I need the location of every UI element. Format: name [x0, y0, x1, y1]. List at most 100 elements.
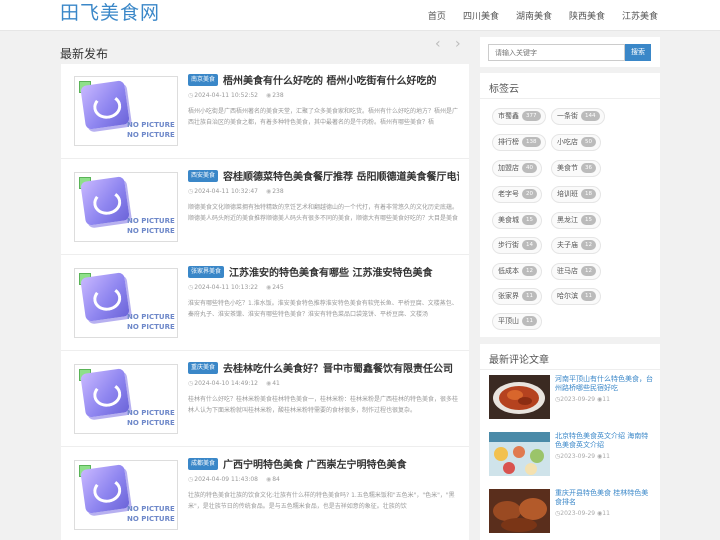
post-thumbnail[interactable]: NO PICTURE NO PICTURE: [74, 172, 178, 242]
post-excerpt: 梧州小吃街是广西梧州著名的美食天堂，汇聚了众多美食家和吃货。梧州有什么好吃的地方…: [188, 108, 459, 126]
tag-name: 张家界: [498, 292, 519, 300]
search-button[interactable]: 搜索: [625, 44, 651, 61]
tag-link[interactable]: 夫子庙 12: [551, 237, 601, 254]
comment-article-date: 2023-09-29: [560, 396, 596, 403]
food-thumbnail-image[interactable]: [489, 432, 550, 476]
post-title[interactable]: 去桂林吃什么美食好？晋中市蜀鑫餐饮有限责任公司: [223, 360, 459, 375]
no-picture-label: NO PICTURE: [127, 121, 175, 129]
no-picture-label: NO PICTURE: [127, 505, 175, 513]
no-picture-label: NO PICTURE: [127, 409, 175, 417]
post-thumbnail[interactable]: NO PICTURE NO PICTURE: [74, 364, 178, 434]
nav-item-home[interactable]: 首页: [428, 9, 446, 22]
post-thumbnail[interactable]: NO PICTURE NO PICTURE: [74, 76, 178, 146]
tag-name: 黑龙江: [557, 216, 578, 224]
search-widget: 搜索: [480, 37, 660, 67]
post-excerpt: 壮族的特色美食壮族的饮食文化:壮族有什么样的特色美食吗? 1.五色糯米饭和"五色…: [188, 492, 455, 510]
post-title[interactable]: 广西宁明特色美食 广西崇左宁明特色美食: [223, 456, 459, 471]
post-date: 2024-04-11 10:13:22: [194, 284, 258, 291]
nav-item-hunan[interactable]: 湖南美食: [516, 9, 552, 22]
site-logo[interactable]: 田飞美食网: [60, 0, 160, 25]
tag-link[interactable]: 一条街 144: [551, 108, 605, 125]
comment-article-title[interactable]: 重庆开县特色美食 桂林特色美食排名: [555, 489, 653, 507]
no-picture-label: NO PICTURE: [127, 313, 175, 321]
next-arrow-icon[interactable]: ›: [455, 36, 461, 52]
no-picture-label: NO PICTURE: [127, 131, 175, 139]
food-thumbnail-image[interactable]: [489, 489, 550, 533]
tag-name: 夫子庙: [557, 241, 578, 249]
tag-name: 步行街: [498, 241, 519, 249]
clock-icon: ◷: [188, 380, 194, 387]
section-title: 最新发布: [60, 47, 109, 61]
tag-link[interactable]: 培训班 18: [551, 186, 601, 203]
tag-link[interactable]: 黑龙江 15: [551, 212, 601, 229]
eye-icon: ◉: [265, 380, 272, 387]
tag-name: 老字号: [498, 190, 519, 198]
food-thumbnail-image[interactable]: [489, 375, 550, 419]
no-picture-icon: [80, 80, 130, 130]
comment-article-meta: ◷2023-09-29 ◉11: [555, 396, 610, 403]
tag-name: 市蜀鑫: [498, 112, 519, 120]
tag-link[interactable]: 加盟店 40: [492, 160, 542, 177]
latest-comments-widget: 最新评论文章 河南平顶山有什么特色美食，台州路桥哪些民宿好吃 ◷2023-09-…: [480, 344, 660, 540]
comment-article-views: 11: [602, 453, 610, 460]
tag-count: 11: [522, 316, 537, 326]
comment-article-item[interactable]: 河南平顶山有什么特色美食，台州路桥哪些民宿好吃 ◷2023-09-29 ◉11: [489, 375, 654, 421]
category-badge[interactable]: 西安美食: [188, 170, 219, 182]
post-title[interactable]: 梧州美食有什么好吃的 梧州小吃街有什么好吃的: [223, 72, 459, 87]
post-excerpt: 顺德美食文化顺德菜拥有独特精致的烹饪艺术和翻越德山的一个代打，有着非常悠久的文化…: [188, 204, 459, 222]
tag-link[interactable]: 哈尔滨 11: [551, 288, 601, 305]
tag-link[interactable]: 老字号 20: [492, 186, 542, 203]
tag-link[interactable]: 美食节 36: [551, 160, 601, 177]
tag-name: 美食节: [557, 164, 578, 172]
category-badge[interactable]: 重庆美食: [188, 362, 219, 374]
tag-name: 驻马店: [557, 267, 578, 275]
tag-link[interactable]: 张家界 11: [492, 288, 542, 305]
clock-icon: ◷: [188, 188, 194, 195]
tag-name: 哈尔滨: [557, 292, 578, 300]
eye-icon: ◉: [265, 476, 272, 483]
nav-item-shaanxi[interactable]: 陕西美食: [569, 9, 605, 22]
tag-link[interactable]: 低成本 12: [492, 263, 542, 280]
prev-arrow-icon[interactable]: ‹: [435, 36, 441, 52]
post-date: 2024-04-09 11:43:08: [194, 476, 258, 483]
tag-link[interactable]: 小吃店 50: [551, 134, 601, 151]
post-title[interactable]: 容桂顺德菜特色美食餐厅推荐 岳阳顺德道美食餐厅电话: [223, 168, 459, 183]
tag-cloud-widget: 标签云 市蜀鑫 377 一条街 144 排行榜 138 小吃店 50 加盟店 40 美食节…: [480, 73, 660, 337]
tag-link[interactable]: 市蜀鑫 377: [492, 108, 546, 125]
post-item: NO PICTURE NO PICTURE 西安美食 容桂顺德菜特色美食餐厅推荐…: [61, 160, 469, 255]
divider: [480, 369, 660, 370]
no-picture-icon: [80, 176, 130, 226]
tag-count: 50: [581, 137, 596, 147]
category-badge[interactable]: 张家界美食: [188, 266, 225, 278]
post-thumbnail[interactable]: NO PICTURE NO PICTURE: [74, 268, 178, 338]
comment-article-title[interactable]: 河南平顶山有什么特色美食，台州路桥哪些民宿好吃: [555, 375, 653, 393]
post-views: 238: [272, 188, 284, 195]
comment-article-item[interactable]: 重庆开县特色美食 桂林特色美食排名 ◷2023-09-29 ◉11: [489, 489, 654, 535]
post-thumbnail[interactable]: NO PICTURE NO PICTURE: [74, 460, 178, 530]
tag-name: 平顶山: [498, 317, 519, 325]
tag-count: 14: [522, 240, 537, 250]
tag-link[interactable]: 排行榜 138: [492, 134, 546, 151]
clock-icon: ◷: [188, 476, 194, 483]
post-list: NO PICTURE NO PICTURE 南京美食 梧州美食有什么好吃的 梧州…: [61, 64, 469, 540]
nav-item-jiangsu[interactable]: 江苏美食: [622, 9, 658, 22]
eye-icon: ◉: [265, 188, 272, 195]
tag-link[interactable]: 平顶山 11: [492, 313, 542, 330]
tag-link[interactable]: 美食城 15: [492, 212, 542, 229]
post-excerpt: 淮安有哪些特色小吃？1.淮水饭。淮安美食特色推荐淮安特色美食有软兜长鱼、平桥豆腐…: [188, 300, 458, 318]
post-meta: ◷2024-04-10 14:49:12 ◉41: [188, 380, 280, 387]
comment-article-title[interactable]: 北京特色美食英文介绍 海南特色美食英文介绍: [555, 432, 653, 450]
search-input[interactable]: [488, 44, 625, 61]
category-badge[interactable]: 成都美食: [188, 458, 219, 470]
category-badge[interactable]: 南京美食: [188, 74, 219, 86]
post-meta: ◷2024-04-11 10:13:22 ◉245: [188, 284, 284, 291]
tag-link[interactable]: 步行街 14: [492, 237, 542, 254]
post-views: 41: [272, 380, 280, 387]
post-title[interactable]: 江苏淮安的特色美食有哪些 江苏淮安特色美食: [229, 264, 465, 279]
post-meta: ◷2024-04-09 11:43:08 ◉84: [188, 476, 280, 483]
tag-link[interactable]: 驻马店 12: [551, 263, 601, 280]
tag-count: 20: [522, 189, 537, 199]
post-date: 2024-04-10 14:49:12: [194, 380, 258, 387]
nav-item-sichuan[interactable]: 四川美食: [463, 9, 499, 22]
comment-article-item[interactable]: 北京特色美食英文介绍 海南特色美食英文介绍 ◷2023-09-29 ◉11: [489, 432, 654, 478]
